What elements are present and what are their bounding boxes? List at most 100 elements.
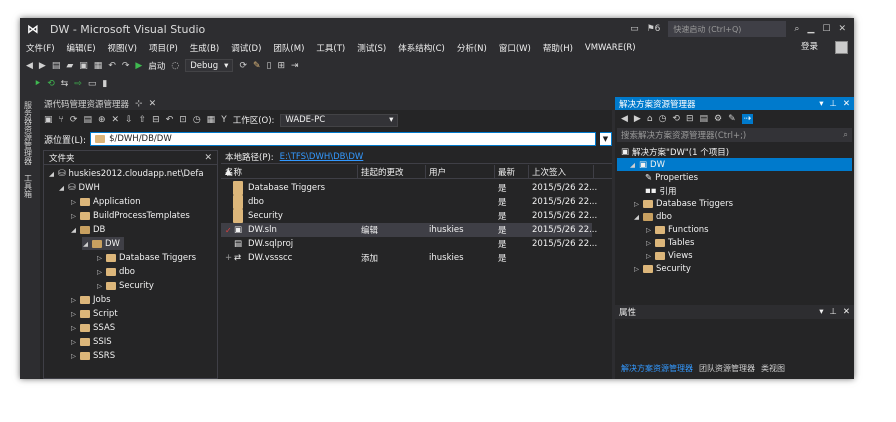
find-icon[interactable]: ✎ — [253, 61, 261, 71]
login-link[interactable]: 登录 — [801, 40, 818, 52]
expand-icon[interactable]: ▷ — [70, 352, 77, 360]
pin-icon[interactable]: ⊥ — [829, 307, 836, 317]
expand-icon[interactable]: ◢ — [82, 240, 89, 248]
collapse-all-icon[interactable]: ⊟ — [686, 114, 694, 124]
file-row[interactable]: dbo 是 2015/5/26 22... — [221, 195, 612, 209]
undo-icon[interactable]: ↶ — [166, 115, 174, 125]
expand-icon[interactable]: ▷ — [645, 252, 652, 260]
avatar[interactable] — [835, 41, 848, 54]
link-icon[interactable]: ⇆ — [61, 79, 69, 89]
menu-test[interactable]: 测试(S) — [357, 42, 386, 54]
tree-node-script[interactable]: ▷ Script — [70, 307, 118, 320]
folder-node-tables[interactable]: ▷ Tables — [645, 236, 694, 249]
get-latest-icon[interactable]: ⇩ — [125, 115, 133, 125]
tree-node-jobs[interactable]: ▷ Jobs — [70, 293, 111, 306]
tree-node-dbo[interactable]: ▷ dbo — [96, 265, 135, 278]
comment-icon[interactable]: ▯ — [267, 61, 272, 71]
tree-node-security[interactable]: ▷ Security — [96, 279, 154, 292]
source-location-input[interactable]: $/DWH/DB/DW — [90, 132, 596, 146]
add-item-icon[interactable]: ⊕ — [98, 115, 106, 125]
properties-node[interactable]: ✎ Properties — [645, 171, 698, 184]
tree-node-dw[interactable]: ◢ DW — [82, 237, 124, 250]
back-icon[interactable]: ◀ — [26, 61, 33, 71]
search-icon[interactable]: ⌕ — [794, 24, 799, 34]
close-icon[interactable]: ✕ — [204, 153, 212, 163]
maximize-button[interactable]: ☐ — [822, 24, 830, 34]
col-name[interactable]: 名称 ▲ — [225, 165, 242, 179]
save-icon[interactable]: ▣ — [79, 61, 88, 71]
rebuild-icon[interactable]: ⟲ — [47, 79, 55, 89]
checkin-icon[interactable]: ⇧ — [139, 115, 147, 125]
forward-icon[interactable]: ▶ — [634, 114, 641, 124]
config-dropdown[interactable]: Debug ▾ — [185, 59, 234, 72]
expand-icon[interactable]: ▷ — [70, 212, 77, 220]
dropdown-icon[interactable]: ▾ — [819, 307, 823, 317]
expand-icon[interactable]: ▷ — [96, 268, 103, 276]
open-file-icon[interactable]: ▰ — [66, 61, 73, 71]
forward-icon[interactable]: ▶ — [39, 61, 46, 71]
expand-icon[interactable]: ◢ — [633, 213, 640, 221]
folder-node-security[interactable]: ▷ Security — [633, 262, 691, 275]
references-node[interactable]: ▪▪ 引用 — [645, 184, 677, 197]
menu-view[interactable]: 视图(V) — [108, 42, 137, 54]
menu-file[interactable]: 文件(F) — [26, 42, 55, 54]
menu-build[interactable]: 生成(B) — [190, 42, 219, 54]
file-row[interactable]: Security 是 2015/5/26 22... — [221, 209, 612, 223]
expand-icon[interactable]: ▷ — [645, 226, 652, 234]
pin-icon[interactable]: ⊥ — [829, 99, 836, 109]
expand-icon[interactable]: ◢ — [70, 226, 77, 234]
expand-icon[interactable]: ▷ — [645, 239, 652, 247]
col-last-checkin[interactable]: 上次签入 — [532, 165, 566, 179]
redo-icon[interactable]: ↷ — [122, 61, 130, 71]
expand-icon[interactable]: ▷ — [633, 265, 640, 273]
build-icon[interactable]: ⯈ — [34, 79, 41, 89]
pin-icon[interactable]: ⊹ — [135, 99, 143, 109]
expand-icon[interactable]: ▷ — [633, 200, 640, 208]
folder-node-database-triggers[interactable]: ▷ Database Triggers — [633, 197, 733, 210]
folder-view-icon[interactable]: ▣ — [44, 115, 53, 125]
workspace-dropdown[interactable]: WADE-PC ▾ — [280, 113, 399, 127]
close-icon[interactable]: ✕ — [843, 99, 850, 109]
menu-vmware[interactable]: VMWARE(R) — [585, 43, 636, 53]
tree-node-db[interactable]: ◢ DB — [70, 223, 105, 236]
tree-node-database-triggers[interactable]: ▷ Database Triggers — [96, 251, 196, 264]
attach-icon[interactable]: ◌ — [171, 61, 179, 71]
branch-icon[interactable]: ⑂ — [59, 115, 64, 125]
menu-tools[interactable]: 工具(T) — [316, 42, 345, 54]
close-icon[interactable]: ✕ — [149, 99, 157, 109]
minimize-button[interactable]: ▁ — [807, 24, 814, 34]
col-latest[interactable]: 最新 — [498, 165, 515, 179]
dropdown-icon[interactable]: ▾ — [819, 99, 823, 109]
folder-node-functions[interactable]: ▷ Functions — [645, 223, 709, 236]
toolbox-tab[interactable]: 工具箱 — [20, 170, 36, 208]
col-pending-change[interactable]: 挂起的更改 — [361, 165, 404, 179]
tree-node-ssas[interactable]: ▷ SSAS — [70, 321, 115, 334]
menu-help[interactable]: 帮助(H) — [543, 42, 573, 54]
bookmark-icon[interactable]: ⊞ — [277, 61, 285, 71]
notification-flag-icon[interactable]: ⚑ 6 — [647, 24, 661, 34]
filter-icon[interactable]: Y — [221, 115, 227, 125]
solution-search-input[interactable]: 搜索解决方案资源管理器(Ctrl+;) ⌕ — [617, 128, 852, 142]
delete-icon[interactable]: ✕ — [112, 115, 120, 125]
menu-architecture[interactable]: 体系结构(C) — [398, 42, 445, 54]
project-node-dw[interactable]: ◢ ▣ DW — [617, 158, 852, 171]
quick-launch-input[interactable]: 快速启动 (Ctrl+Q) — [668, 21, 787, 37]
file-row[interactable]: + ⇄ DW.vssscc 添加 ihuskies 是 — [221, 251, 612, 265]
publish-icon[interactable]: ⇨ — [74, 79, 82, 89]
expand-icon[interactable]: ▷ — [96, 254, 103, 262]
tree-node-ssis[interactable]: ▷ SSIS — [70, 335, 112, 348]
expand-icon[interactable]: ▷ — [70, 338, 77, 346]
expand-icon[interactable]: ▷ — [70, 310, 77, 318]
file-row-selected[interactable]: ✓ ▣ DW.sln 编辑 ihuskies 是 2015/5/26 22... — [221, 223, 597, 237]
history-icon[interactable]: ◷ — [193, 115, 201, 125]
close-icon[interactable]: ✕ — [843, 307, 850, 317]
expand-icon[interactable]: ◢ — [58, 184, 65, 192]
save-all-icon[interactable]: ▦ — [94, 61, 103, 71]
sce-tab[interactable]: 源代码管理资源管理器 ⊹ ✕ — [40, 97, 612, 110]
compare-icon[interactable]: ▮ — [102, 79, 107, 89]
file-row[interactable]: ▤ DW.sqlproj 是 2015/5/26 22... — [221, 237, 612, 251]
expand-icon[interactable]: ◢ — [48, 170, 55, 178]
annotate-icon[interactable]: ▦ — [207, 115, 216, 125]
expand-icon[interactable]: ▷ — [70, 296, 77, 304]
new-folder-icon[interactable]: ▤ — [83, 115, 92, 125]
